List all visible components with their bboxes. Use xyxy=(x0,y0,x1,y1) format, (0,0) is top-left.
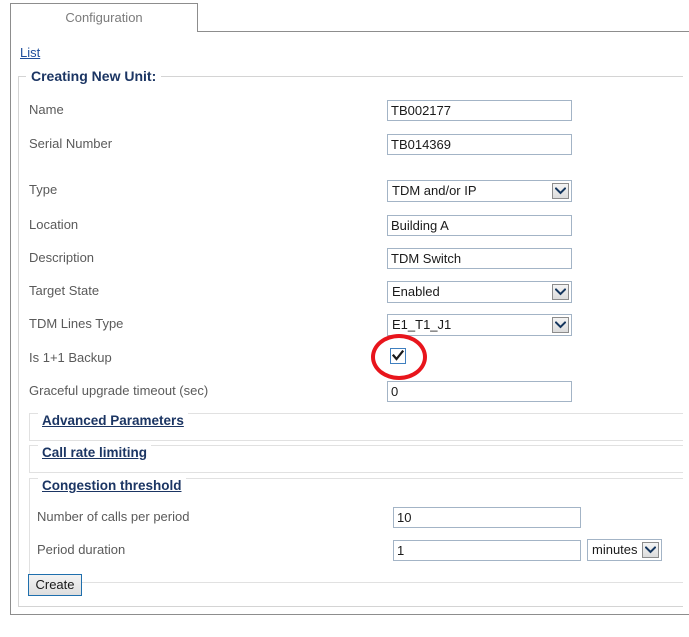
field-row-tdm-lines-type: TDM Lines Type E1_T1_J1 xyxy=(0,314,689,336)
period-unit-select-value: minutes xyxy=(592,542,638,557)
chevron-down-icon[interactable] xyxy=(552,284,569,300)
graceful-upgrade-timeout-input[interactable] xyxy=(387,381,572,402)
creating-new-unit-legend: Creating New Unit: xyxy=(26,68,162,84)
tab-configuration-label: Configuration xyxy=(65,10,143,25)
target-state-select[interactable]: Enabled xyxy=(387,281,572,303)
label-serial-number: Serial Number xyxy=(29,136,113,151)
tdm-lines-type-select-value: E1_T1_J1 xyxy=(392,317,452,332)
type-select[interactable]: TDM and/or IP xyxy=(387,180,572,202)
label-period-duration: Period duration xyxy=(37,542,126,557)
field-row-name: Name xyxy=(0,100,689,122)
label-tdm-lines-type: TDM Lines Type xyxy=(29,316,124,331)
field-row-target-state: Target State Enabled xyxy=(0,281,689,303)
is-1plus1-backup-checkbox[interactable] xyxy=(390,348,406,364)
chevron-down-icon[interactable] xyxy=(552,317,569,333)
list-link[interactable]: List xyxy=(20,45,40,60)
description-input[interactable] xyxy=(387,248,572,269)
chevron-down-icon[interactable] xyxy=(642,542,659,558)
label-type: Type xyxy=(29,182,58,197)
label-location: Location xyxy=(29,217,79,232)
field-row-type: Type TDM and/or IP xyxy=(0,180,689,202)
field-row-is-1plus1-backup: Is 1+1 Backup xyxy=(0,348,689,370)
tdm-lines-type-select[interactable]: E1_T1_J1 xyxy=(387,314,572,336)
label-name: Name xyxy=(29,102,64,117)
label-is-1plus1-backup: Is 1+1 Backup xyxy=(29,350,112,365)
call-rate-limiting-toggle[interactable]: Call rate limiting xyxy=(38,445,152,460)
label-graceful-upgrade-timeout: Graceful upgrade timeout (sec) xyxy=(29,383,209,398)
serial-number-input[interactable] xyxy=(387,134,572,155)
label-number-of-calls-per-period: Number of calls per period xyxy=(37,509,190,524)
field-row-location: Location xyxy=(0,215,689,237)
congestion-threshold-fieldset xyxy=(29,478,683,583)
field-row-serial-number: Serial Number xyxy=(0,134,689,156)
period-unit-select[interactable]: minutes xyxy=(587,539,662,561)
target-state-select-value: Enabled xyxy=(392,284,440,299)
number-of-calls-per-period-input[interactable] xyxy=(393,507,581,528)
location-input[interactable] xyxy=(387,215,572,236)
type-select-value: TDM and/or IP xyxy=(392,183,477,198)
advanced-parameters-toggle[interactable]: Advanced Parameters xyxy=(38,413,188,428)
label-target-state: Target State xyxy=(29,283,100,298)
period-duration-input[interactable] xyxy=(393,540,581,561)
check-icon xyxy=(392,350,404,361)
label-description: Description xyxy=(29,250,95,265)
tab-strip: Configuration xyxy=(0,0,689,33)
name-input[interactable] xyxy=(387,100,572,121)
congestion-threshold-toggle[interactable]: Congestion threshold xyxy=(38,478,186,493)
tab-strip-divider xyxy=(197,31,689,32)
tab-configuration[interactable]: Configuration xyxy=(10,3,198,32)
create-button[interactable]: Create xyxy=(28,574,82,596)
field-row-description: Description xyxy=(0,248,689,270)
chevron-down-icon[interactable] xyxy=(552,183,569,199)
field-row-number-of-calls-per-period: Number of calls per period xyxy=(0,507,689,529)
field-row-period-duration: Period duration minutes xyxy=(0,539,689,562)
field-row-graceful-upgrade-timeout: Graceful upgrade timeout (sec) xyxy=(0,381,689,403)
